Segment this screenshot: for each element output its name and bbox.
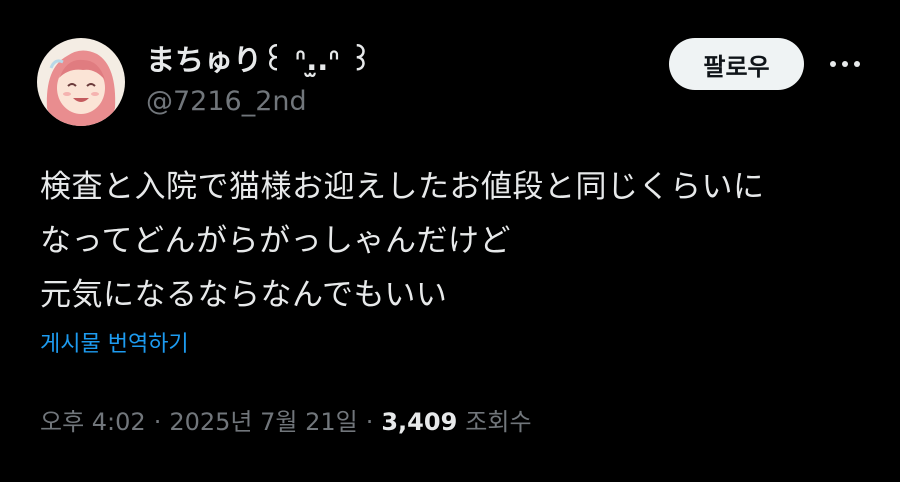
more-horizontal-icon: [830, 61, 860, 67]
views-label: 조회수: [465, 408, 532, 436]
tweet-text: 検査と入院で猫様お迎えしたお値段と同じくらいに なってどんがらがっしゃんだけど …: [40, 160, 880, 322]
tweet-meta: 오후 4:02 · 2025년 7월 21일 · 3,409 조회수: [40, 404, 532, 440]
meta-separator: ·: [153, 408, 162, 436]
translate-post-link[interactable]: 게시물 번역하기: [40, 330, 189, 360]
tweet-date[interactable]: 2025년 7월 21일: [169, 404, 357, 440]
views-count[interactable]: 3,409: [381, 404, 457, 440]
user-handle[interactable]: @7216_2nd: [146, 84, 307, 120]
tweet: まちゅり꒰ ᐢ.‎̫.ᐢ ꒱ @7216_2nd 팔로우 検査と入院で猫様お迎え…: [0, 0, 900, 482]
avatar[interactable]: [37, 38, 125, 126]
meta-separator: ·: [365, 408, 374, 436]
more-button[interactable]: [823, 48, 867, 80]
tweet-text-line: 検査と入院で猫様お迎えしたお値段と同じくらいに: [40, 169, 765, 205]
avatar-image: [37, 38, 125, 126]
follow-button[interactable]: 팔로우: [669, 38, 804, 90]
tweet-time[interactable]: 오후 4:02: [40, 404, 146, 440]
tweet-text-line: 元気になるならなんでもいい: [40, 277, 448, 313]
tweet-text-line: なってどんがらがっしゃんだけど: [40, 223, 511, 259]
display-name[interactable]: まちゅり꒰ ᐢ.‎̫.ᐢ ꒱: [146, 42, 372, 78]
